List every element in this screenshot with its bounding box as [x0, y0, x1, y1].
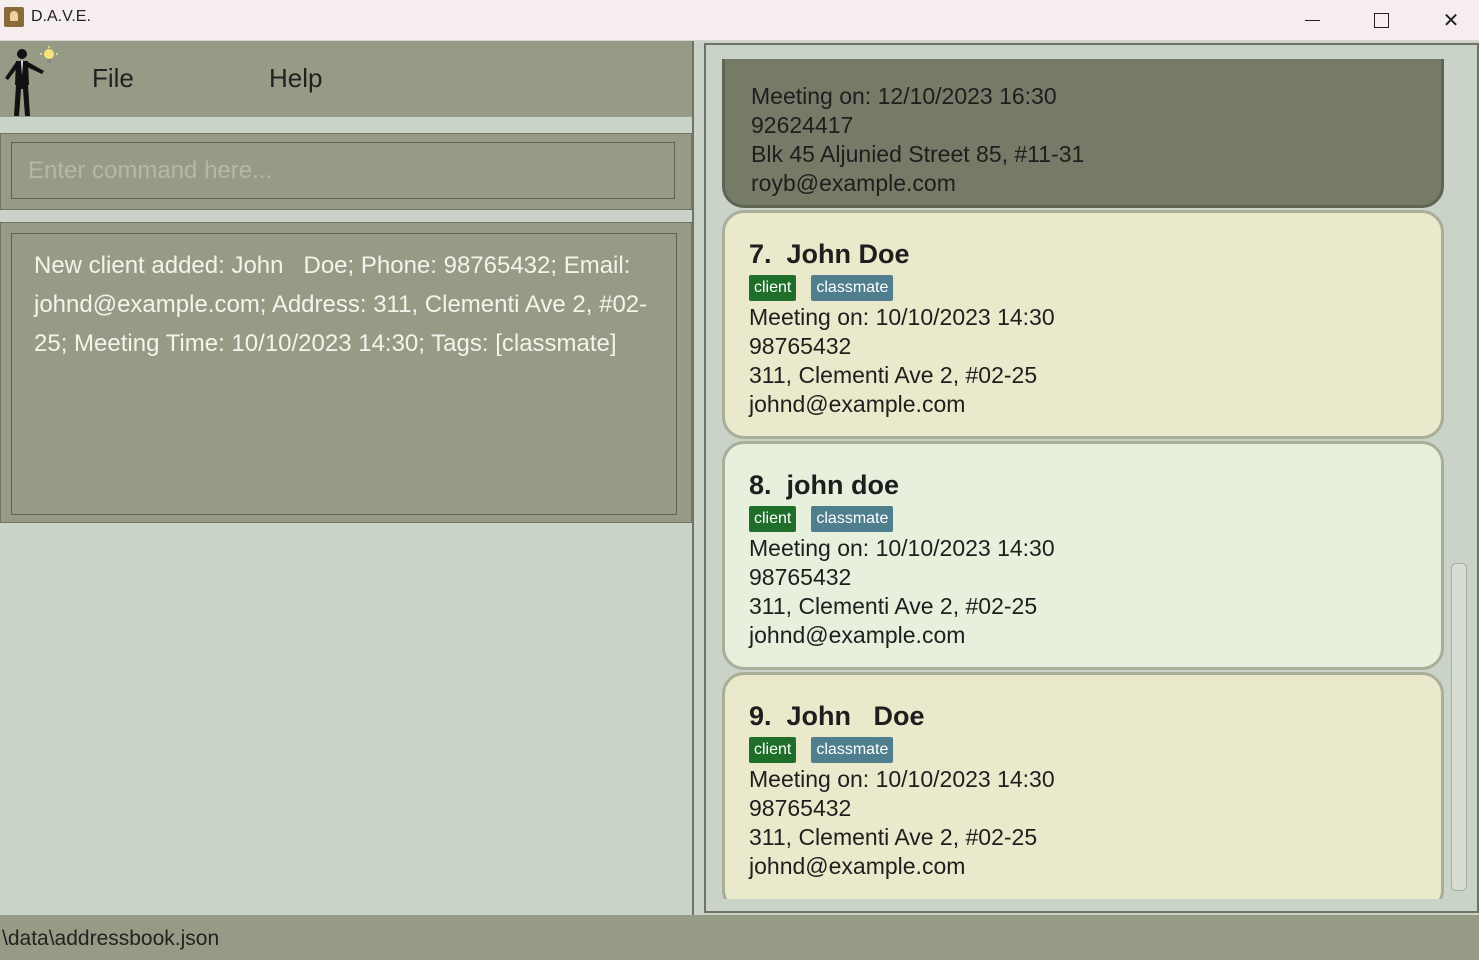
tag-classmate: classmate: [811, 275, 894, 301]
client-meeting: Meeting on: 10/10/2023 14:30: [749, 766, 1055, 792]
command-box: [0, 133, 692, 210]
client-meeting: Meeting on: 10/10/2023 14:30: [749, 535, 1055, 561]
client-email: royb@example.com: [751, 170, 956, 196]
client-list[interactable]: Meeting on: 12/10/2023 16:30 92624417 Bl…: [722, 59, 1448, 899]
menu-file[interactable]: File: [92, 63, 134, 94]
tag-classmate: classmate: [811, 506, 894, 532]
tag-list: client classmate: [749, 506, 894, 532]
client-email: johnd@example.com: [749, 391, 966, 417]
minimize-icon[interactable]: [1277, 0, 1347, 40]
client-card[interactable]: Meeting on: 12/10/2023 16:30 92624417 Bl…: [722, 59, 1444, 208]
maximize-icon[interactable]: [1346, 0, 1416, 40]
result-panel: New client added: John Doe; Phone: 98765…: [0, 222, 692, 523]
title-bar: D.A.V.E. ✕: [0, 0, 1479, 41]
app-icon: [4, 7, 24, 27]
tag-client: client: [749, 275, 797, 301]
client-phone: 92624417: [751, 112, 854, 138]
result-display: New client added: John Doe; Phone: 98765…: [11, 233, 677, 515]
client-phone: 98765432: [749, 333, 852, 359]
command-input[interactable]: [11, 142, 675, 199]
client-card[interactable]: 9. John Doe client classmate Meeting on:…: [722, 672, 1444, 899]
client-phone: 98765432: [749, 795, 852, 821]
client-phone: 98765432: [749, 564, 852, 590]
menu-bar: File Help: [0, 41, 692, 117]
scrollbar-thumb[interactable]: [1451, 563, 1467, 891]
client-address: 311, Clementi Ave 2, #02-25: [749, 593, 1038, 619]
client-address: 311, Clementi Ave 2, #02-25: [749, 362, 1038, 388]
status-bar: \data\addressbook.json: [0, 915, 1479, 960]
client-address: Blk 45 Aljunied Street 85, #11-31: [751, 141, 1085, 167]
client-name: 9. John Doe: [749, 701, 925, 731]
client-card[interactable]: 8. john doe client classmate Meeting on:…: [722, 441, 1444, 670]
client-email: johnd@example.com: [749, 622, 966, 648]
tag-list: client classmate: [749, 737, 894, 763]
butler-logo-icon: [5, 46, 58, 116]
client-list-panel: Meeting on: 12/10/2023 16:30 92624417 Bl…: [704, 43, 1479, 913]
client-name: 8. john doe: [749, 470, 900, 500]
tag-list: client classmate: [749, 275, 894, 301]
client-address: 311, Clementi Ave 2, #02-25: [749, 824, 1038, 850]
client-card[interactable]: 7. John Doe client classmate Meeting on:…: [722, 210, 1444, 439]
client-meeting: Meeting on: 12/10/2023 16:30: [751, 83, 1057, 109]
tag-client: client: [749, 506, 797, 532]
window-title: D.A.V.E.: [31, 8, 91, 25]
client-meeting: Meeting on: 10/10/2023 14:30: [749, 304, 1055, 330]
tag-classmate: classmate: [811, 737, 894, 763]
client-name: 7. John Doe: [749, 239, 910, 269]
left-pane: File Help New client added: John Doe; Ph…: [0, 41, 692, 915]
menu-help[interactable]: Help: [269, 63, 322, 94]
close-icon[interactable]: ✕: [1416, 0, 1479, 40]
save-file-path: \data\addressbook.json: [2, 927, 220, 950]
tag-client: client: [749, 737, 797, 763]
client-email: johnd@example.com: [749, 853, 966, 879]
split-pane-divider[interactable]: [692, 41, 704, 915]
